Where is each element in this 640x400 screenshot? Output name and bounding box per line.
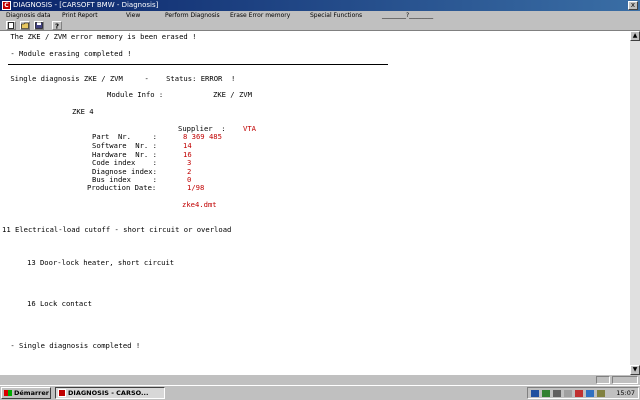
start-label: Démarrer [14, 389, 49, 397]
start-button[interactable]: Démarrer [1, 387, 51, 399]
network-icon[interactable] [531, 390, 539, 397]
error-code-16: 16 Lock contact [27, 299, 92, 308]
menu-erase-error-memory[interactable]: Erase Error memory [230, 11, 290, 20]
disk-icon[interactable] [34, 21, 44, 30]
app-icon [58, 389, 66, 397]
software-value: 14 [183, 141, 192, 150]
supplier-value: VTA [243, 124, 256, 133]
diagnosis-complete-message: - Single diagnosis completed ! [6, 341, 141, 350]
taskbar: Démarrer DIAGNOSIS - CARSO... 15:07 [0, 385, 640, 400]
diagnosis-output: The ZKE / ZVM error memory is been erase… [0, 31, 630, 375]
windows-logo-icon [4, 390, 12, 396]
production-date-label: Production Date: [87, 183, 157, 192]
tray-app-icon[interactable] [542, 390, 550, 397]
divider [8, 64, 388, 65]
menu-bar: Diagnosis data Print Report View Perform… [0, 11, 640, 20]
code-index-value: 3 [187, 158, 192, 167]
error-code-11: 11 Electrical-load cutoff - short circui… [2, 225, 232, 234]
taskbar-app-button[interactable]: DIAGNOSIS - CARSO... [55, 387, 165, 399]
software-label: Software Nr. : [92, 141, 157, 150]
part-label: Part Nr. : [92, 132, 157, 141]
tray-app-icon[interactable] [564, 390, 572, 397]
erase-message: The ZKE / ZVM error memory is been erase… [6, 32, 197, 41]
error-code-13: 13 Door-lock heater, short circuit [27, 258, 175, 267]
production-date-value: 1/98 [187, 183, 205, 192]
diagnosis-status: Single diagnosis ZKE / ZVM - Status: ERR… [6, 74, 236, 83]
folder-icon[interactable] [20, 21, 30, 30]
erase-complete-message: - Module erasing completed ! [6, 49, 132, 58]
tray-app-icon[interactable] [586, 390, 594, 397]
part-value: 8 369 485 [183, 132, 222, 141]
code-index-label: Code index : [92, 158, 157, 167]
menu-help[interactable]: ________?________ [382, 11, 433, 20]
document-icon[interactable] [6, 21, 16, 30]
status-panel [612, 376, 638, 384]
system-tray: 15:07 [527, 387, 639, 399]
clock: 15:07 [616, 389, 635, 397]
title-bar: C DIAGNOSIS - [CARSOFT BMW - Diagnosis] … [0, 0, 640, 11]
menu-perform-diagnosis[interactable]: Perform Diagnosis [165, 11, 220, 20]
status-bar [0, 375, 640, 385]
module-file-name: zke4.dmt [182, 200, 217, 209]
app-icon[interactable]: C [2, 1, 11, 10]
close-button[interactable]: x [628, 1, 638, 10]
svg-text:?: ? [55, 23, 59, 30]
tray-app-icon[interactable] [575, 390, 583, 397]
menu-view[interactable]: View [126, 11, 140, 20]
toolbar: ? [0, 20, 640, 31]
module-info-value: ZKE / ZVM [213, 90, 252, 99]
vertical-scrollbar[interactable]: ▲ ▼ [630, 31, 640, 375]
tray-app-icon[interactable] [597, 390, 605, 397]
volume-icon[interactable] [553, 390, 561, 397]
window-title: DIAGNOSIS - [CARSOFT BMW - Diagnosis] [13, 1, 159, 9]
menu-special-functions[interactable]: Special Functions [310, 11, 362, 20]
status-panel [596, 376, 610, 384]
module-name: ZKE 4 [72, 107, 94, 116]
menu-diagnosis-data[interactable]: Diagnosis data [6, 11, 51, 20]
module-info-label: Module Info : [107, 90, 164, 99]
taskbar-app-label: DIAGNOSIS - CARSO... [68, 389, 149, 397]
help-icon[interactable]: ? [52, 21, 62, 31]
scroll-down-button[interactable]: ▼ [630, 365, 640, 375]
menu-print-report[interactable]: Print Report [62, 11, 98, 20]
scroll-up-button[interactable]: ▲ [630, 31, 640, 41]
